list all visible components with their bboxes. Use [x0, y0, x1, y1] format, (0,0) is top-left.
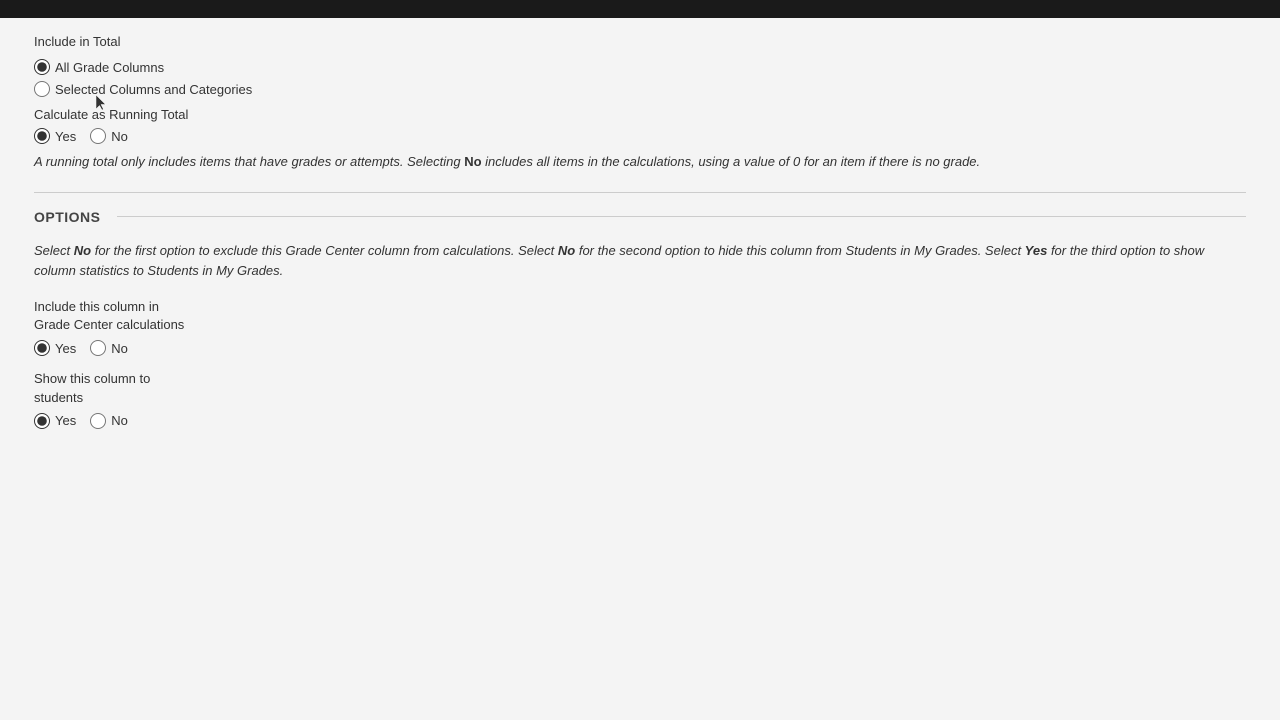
all-grade-columns-label: All Grade Columns [55, 60, 164, 75]
show-yes-option[interactable]: Yes [34, 413, 76, 429]
running-total-radio-group: Yes No [34, 128, 1246, 144]
include-column-section: Include this column in Grade Center calc… [34, 298, 1246, 356]
selected-columns-option[interactable]: Selected Columns and Categories [34, 81, 1246, 97]
show-no-radio[interactable] [90, 413, 106, 429]
selected-columns-radio[interactable] [34, 81, 50, 97]
running-no-label: No [111, 129, 128, 144]
include-column-label: Include this column in Grade Center calc… [34, 298, 1246, 334]
show-column-section: Show this column to students Yes No [34, 370, 1246, 428]
include-no-option[interactable]: No [90, 340, 128, 356]
options-no-bold-1: No [74, 243, 91, 258]
include-yes-radio[interactable] [34, 340, 50, 356]
options-header-divider [117, 216, 1246, 217]
running-yes-option[interactable]: Yes [34, 128, 76, 144]
show-yes-radio[interactable] [34, 413, 50, 429]
include-no-radio[interactable] [90, 340, 106, 356]
show-column-radio-group: Yes No [34, 413, 1246, 429]
options-title: OPTIONS [34, 209, 101, 225]
options-no-bold-2: No [558, 243, 575, 258]
all-grade-columns-radio[interactable] [34, 59, 50, 75]
running-total-no-bold: No [464, 154, 481, 169]
include-yes-option[interactable]: Yes [34, 340, 76, 356]
options-yes-bold: Yes [1025, 243, 1048, 258]
running-no-option[interactable]: No [90, 128, 128, 144]
options-description: Select No for the first option to exclud… [34, 241, 1214, 283]
running-yes-radio[interactable] [34, 128, 50, 144]
show-no-option[interactable]: No [90, 413, 128, 429]
selected-columns-label: Selected Columns and Categories [55, 82, 252, 97]
options-section: OPTIONS Select No for the first option t… [34, 209, 1246, 429]
include-yes-label: Yes [55, 341, 76, 356]
cursor-indicator [96, 95, 106, 105]
include-column-radio-group: Yes No [34, 340, 1246, 356]
main-content: Include in Total All Grade Columns Selec… [0, 18, 1280, 429]
show-column-label: Show this column to students [34, 370, 1246, 406]
top-bar [0, 0, 1280, 18]
options-header: OPTIONS [34, 209, 1246, 225]
calculate-running-total-section: Calculate as Running Total Yes No A runn… [34, 107, 1246, 172]
include-in-total-section: Include in Total All Grade Columns Selec… [34, 34, 1246, 97]
running-yes-label: Yes [55, 129, 76, 144]
all-grade-columns-option[interactable]: All Grade Columns [34, 59, 1246, 75]
running-no-radio[interactable] [90, 128, 106, 144]
include-in-total-radio-group: All Grade Columns Selected Columns and C… [34, 59, 1246, 97]
include-in-total-label: Include in Total [34, 34, 1246, 49]
calculate-running-total-label: Calculate as Running Total [34, 107, 1246, 122]
section-divider [34, 192, 1246, 193]
show-no-label: No [111, 413, 128, 428]
include-no-label: No [111, 341, 128, 356]
running-total-description: A running total only includes items that… [34, 152, 994, 172]
show-yes-label: Yes [55, 413, 76, 428]
